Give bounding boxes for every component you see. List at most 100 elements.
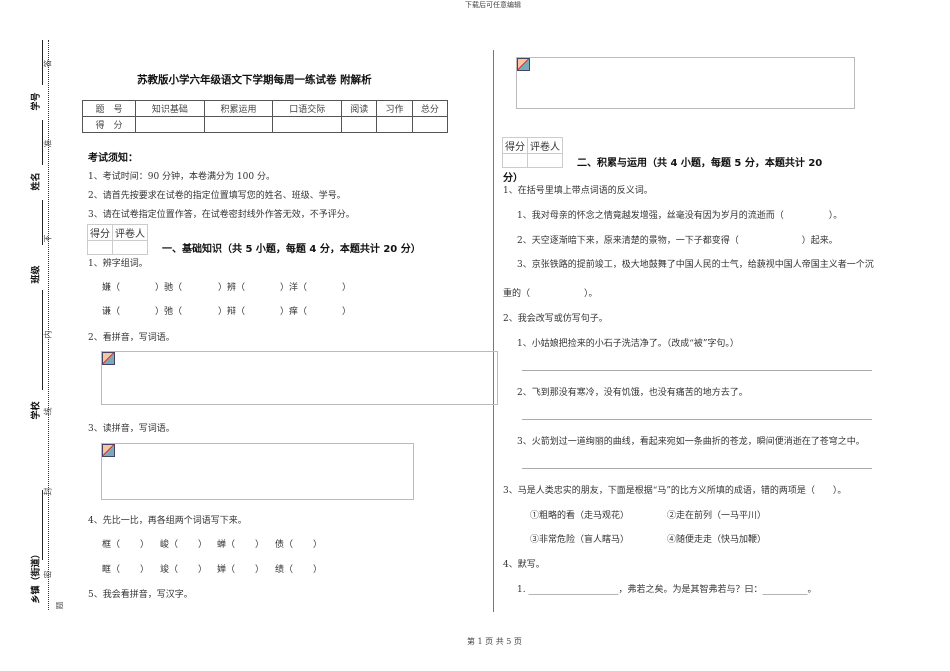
s2-q2-item: 1、小姑娘把捡来的小石子洗洁净了。（改成“被”字句。） bbox=[517, 339, 739, 349]
s2-question-2-prompt: 2、我会改写或仿写句子。 bbox=[503, 314, 608, 324]
class-label: 班级 bbox=[31, 265, 42, 284]
char-item: ） bbox=[255, 565, 265, 575]
instruction-item: 2、请首先按要求在试卷的指定位置填写您的姓名、班级、学号。 bbox=[88, 191, 346, 201]
score-row: 得 分 bbox=[82, 116, 449, 133]
score-label: 得分 bbox=[87, 224, 113, 241]
s2-question-1-prompt: 1、在括号里填上带点词语的反义词。 bbox=[503, 186, 653, 196]
s2-q1-item: 1、我对母亲的怀念之情竟越发增强，丝毫没有因为岁月的流逝而（ ）。 bbox=[517, 211, 843, 221]
char-item: ）痒（ bbox=[280, 307, 308, 317]
char-item: ） bbox=[313, 565, 323, 575]
s2-q1-item-cont: 重的（ ）。 bbox=[503, 289, 598, 299]
score-cell[interactable] bbox=[376, 116, 413, 133]
field-line bbox=[42, 290, 43, 390]
s2-q1-item: 3、京张铁路的提前竣工，极大地鼓舞了中国人民的士气，给藐视中国人帝国主义者一个沉 bbox=[517, 260, 874, 270]
char-item: 债（ bbox=[275, 540, 294, 550]
header-cell: 积累运用 bbox=[203, 100, 274, 117]
school-label: 学校 bbox=[31, 401, 42, 420]
char-item: 竣（ bbox=[160, 565, 179, 575]
grader-label: 评卷人 bbox=[112, 224, 148, 241]
township-label: 乡镇（街道） bbox=[31, 549, 42, 604]
char-item: 嫌（ bbox=[102, 283, 121, 293]
char-item: ） bbox=[342, 307, 352, 317]
char-item: 峻（ bbox=[160, 540, 179, 550]
question-2-prompt: 2、看拼音，写词语。 bbox=[88, 333, 175, 343]
instructions-heading: 考试须知： bbox=[88, 153, 138, 164]
answer-line[interactable] bbox=[522, 370, 872, 371]
s2-q1-item: 2、天空逐渐暗下来，原来清楚的景物，一下子都变得（ ）起来。 bbox=[517, 236, 838, 246]
header-cell: 题 号 bbox=[82, 100, 136, 117]
char-item: ）洋（ bbox=[280, 283, 308, 293]
char-item: ） bbox=[313, 540, 323, 550]
seal-char: 密 bbox=[43, 570, 53, 579]
seal-char: 答 bbox=[43, 59, 53, 68]
option: ③非常危险（盲人瞎马） bbox=[530, 535, 630, 545]
char-item: ）辩（ bbox=[218, 307, 246, 317]
char-item: 蝉（ bbox=[217, 540, 236, 550]
header-cell: 口语交际 bbox=[272, 100, 343, 117]
char-item: ） bbox=[198, 565, 208, 575]
score-cell[interactable] bbox=[341, 116, 378, 133]
name-label: 姓名 bbox=[31, 172, 42, 191]
header-cell: 总分 bbox=[411, 100, 449, 117]
seal-dotted-line bbox=[48, 40, 49, 610]
score-cell[interactable] bbox=[203, 116, 274, 133]
seal-char: 不 bbox=[43, 234, 53, 243]
grader-cell[interactable] bbox=[527, 153, 563, 168]
answer-line[interactable] bbox=[522, 419, 872, 420]
header-cell: 阅读 bbox=[341, 100, 378, 117]
s2-q2-item: 2、飞到那没有寒冷，没有饥饿，也没有痛苦的地方去了。 bbox=[517, 388, 748, 398]
seal-char: 线 bbox=[43, 407, 53, 416]
broken-image-icon bbox=[102, 444, 115, 457]
option: ④随便走走（快马加鞭） bbox=[667, 535, 767, 545]
char-item: 婵（ bbox=[217, 565, 236, 575]
broken-image-icon bbox=[102, 352, 115, 365]
option: ①粗略的看（走马观花） bbox=[530, 511, 630, 521]
s2-q4-item: 1. ____________________，弗若之矣。为是其智弗若与？曰：_… bbox=[517, 585, 817, 595]
score-cell[interactable] bbox=[502, 153, 528, 168]
header-cell: 知识基础 bbox=[135, 100, 205, 117]
q3-image-box bbox=[101, 443, 414, 500]
score-cell[interactable] bbox=[411, 116, 449, 133]
grader-box: 得分 评卷人 bbox=[87, 224, 148, 255]
score-cell[interactable] bbox=[272, 116, 343, 133]
char-item: ） bbox=[342, 283, 352, 293]
char-item: ） bbox=[198, 540, 208, 550]
score-cell[interactable] bbox=[87, 240, 113, 255]
column-divider bbox=[493, 50, 494, 612]
s2-question-4-prompt: 4、默写。 bbox=[503, 560, 545, 570]
field-line bbox=[42, 490, 43, 560]
grader-box: 得分 评卷人 bbox=[502, 137, 563, 168]
score-label: 得分 bbox=[502, 137, 528, 154]
char-item: 框（ bbox=[102, 540, 121, 550]
char-item: ）弛（ bbox=[155, 307, 183, 317]
question-3-prompt: 3、读拼音，写词语。 bbox=[88, 424, 175, 434]
answer-line[interactable] bbox=[522, 468, 872, 469]
question-5-prompt: 5、我会看拼音，写汉字。 bbox=[88, 590, 193, 600]
char-item: ）驰（ bbox=[155, 283, 183, 293]
grader-cell[interactable] bbox=[112, 240, 148, 255]
header-cell: 习作 bbox=[376, 100, 413, 117]
broken-image-icon bbox=[517, 58, 530, 71]
page-footer: 第 1 页 共 5 页 bbox=[467, 637, 522, 646]
char-item: ） bbox=[140, 565, 150, 575]
score-table: 题 号 知识基础 积累运用 口语交际 阅读 习作 总分 得 分 bbox=[82, 100, 449, 133]
exam-page: 下载后可任意编辑 学号 姓名 班级 学校 乡镇（街道） 答 准 不 内 线 封 … bbox=[0, 0, 950, 671]
char-item: 绩（ bbox=[275, 565, 294, 575]
question-4-prompt: 4、先比一比，再各组两个词语写下来。 bbox=[88, 516, 247, 526]
header-note: 下载后可任意编辑 bbox=[465, 1, 521, 9]
top-image-box bbox=[516, 57, 855, 109]
score-cell[interactable] bbox=[135, 116, 205, 133]
char-item: ） bbox=[140, 540, 150, 550]
page-title: 苏教版小学六年级语文下学期每周一练试卷 附解析 bbox=[137, 74, 372, 86]
instruction-item: 1、考试时间：90 分钟，本卷满分为 100 分。 bbox=[88, 172, 275, 182]
section1-title: 一、基础知识（共 5 小题，每题 4 分，本题共计 20 分） bbox=[162, 244, 421, 255]
char-item: 眶（ bbox=[102, 565, 121, 575]
seal-char: 题 bbox=[55, 601, 65, 610]
seal-char: 封 bbox=[43, 487, 53, 496]
char-item: ）辨（ bbox=[218, 283, 246, 293]
q2-image-box bbox=[101, 351, 498, 405]
instruction-item: 3、请在试卷指定位置作答，在试卷密封线外作答无效，不予评分。 bbox=[88, 210, 355, 220]
s2-q2-item: 3、火箭划过一道绚丽的曲线，看起来宛如一条曲折的苍龙，瞬间便消逝在了苍穹之中。 bbox=[517, 437, 865, 447]
score-table-header: 题 号 知识基础 积累运用 口语交际 阅读 习作 总分 bbox=[82, 100, 449, 117]
option: ②走在前列（一马平川） bbox=[667, 511, 767, 521]
